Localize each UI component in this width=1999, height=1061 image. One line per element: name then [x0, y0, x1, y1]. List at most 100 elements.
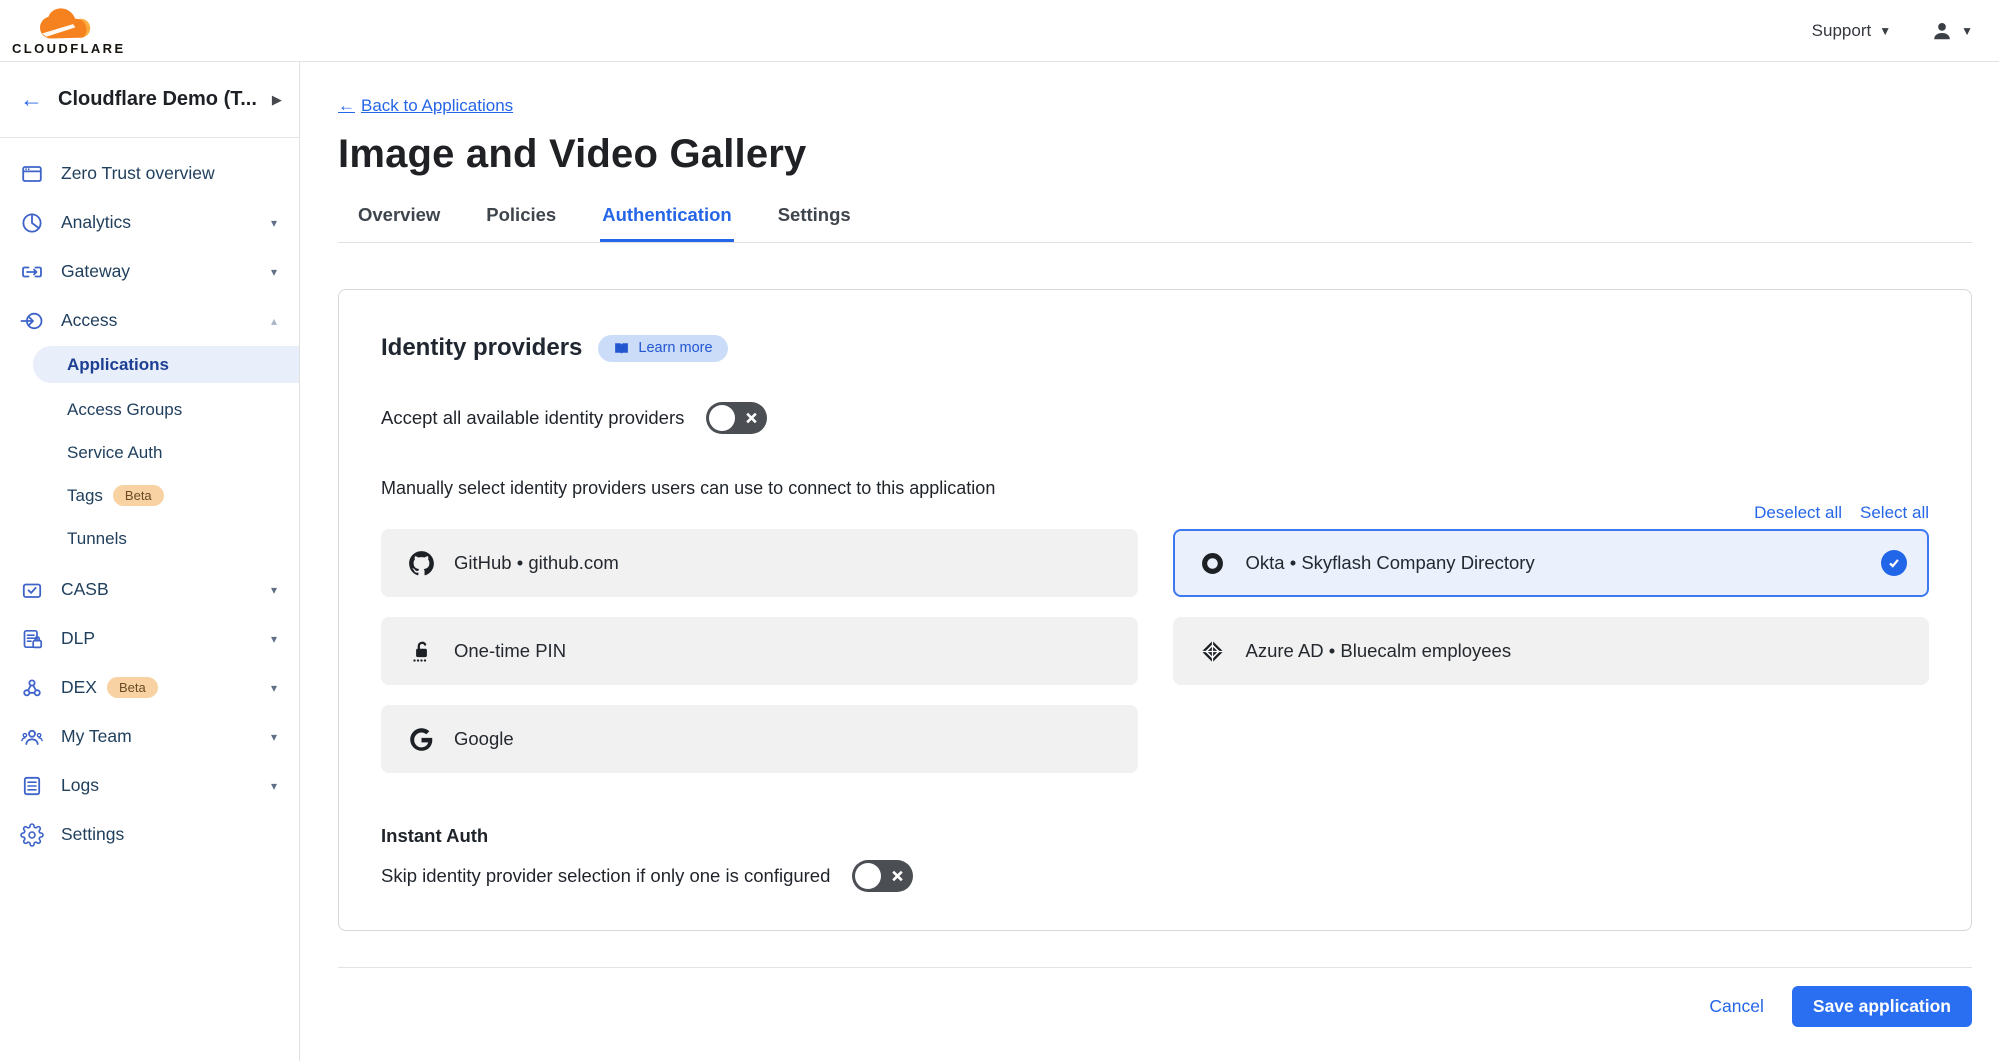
sidebar-item-label: My Team	[61, 726, 132, 747]
sidebar-subitem-label: Applications	[67, 355, 169, 375]
provider-grid: GitHub • github.com Okta • Skyflash Compa…	[381, 529, 1929, 773]
back-arrow-icon[interactable]: ←	[20, 88, 43, 111]
sidebar-item-label: CASB	[61, 579, 109, 600]
sidebar-item-dex[interactable]: DEXBeta▾	[0, 663, 299, 712]
accept-all-label: Accept all available identity providers	[381, 407, 684, 429]
chevron-down-icon: ▾	[271, 632, 277, 646]
cancel-button[interactable]: Cancel	[1709, 996, 1763, 1017]
sidebar-item-settings[interactable]: Settings	[0, 810, 299, 859]
chevron-down-icon: ▾	[271, 730, 277, 744]
sidebar-item-casb[interactable]: CASB ▾	[0, 565, 299, 614]
azure-ad-icon	[1199, 637, 1227, 665]
sidebar-subitem-label: Tunnels	[67, 529, 127, 549]
tab-settings[interactable]: Settings	[776, 204, 853, 242]
instant-auth-toggle[interactable]	[852, 860, 913, 892]
chevron-down-icon: ▾	[271, 265, 277, 279]
select-all-link[interactable]: Select all	[1860, 503, 1929, 523]
support-menu[interactable]: Support ▼	[1812, 21, 1891, 41]
sidebar-item-label: Logs	[61, 775, 99, 796]
sidebar-subitem-label: Tags	[67, 486, 103, 506]
save-application-button[interactable]: Save application	[1792, 986, 1972, 1027]
back-arrow-icon: ←	[338, 96, 355, 116]
tab-bar: Overview Policies Authentication Settings	[338, 204, 1972, 243]
sidebar-item-analytics[interactable]: Analytics▾	[0, 198, 299, 247]
sidebar-item-zero-trust-overview[interactable]: Zero Trust overview	[0, 149, 299, 198]
provider-tile-google[interactable]: Google	[381, 705, 1138, 773]
google-icon	[407, 725, 435, 753]
identity-providers-card: Identity providers Learn more Accept all…	[338, 289, 1972, 931]
sidebar-subitem-access-groups[interactable]: Access Groups	[0, 393, 299, 426]
sidebar-item-label: Access	[61, 310, 117, 331]
sidebar-nav: Zero Trust overviewAnalytics▾ Gateway ▾ Acc…	[0, 138, 299, 859]
sidebar-subitem-tags[interactable]: TagsBeta	[0, 479, 299, 512]
chevron-down-icon: ▾	[271, 779, 277, 793]
chevron-up-icon: ▴	[271, 314, 277, 328]
access-icon	[20, 309, 44, 333]
logs-icon	[20, 774, 44, 798]
tab-policies[interactable]: Policies	[484, 204, 558, 242]
casb-icon	[20, 578, 44, 602]
tab-overview[interactable]: Overview	[356, 204, 442, 242]
dlp-icon	[20, 627, 44, 651]
top-bar: CLOUDFLARE Support ▼ ▼	[0, 0, 1999, 62]
x-icon	[745, 412, 758, 425]
okta-icon	[1199, 549, 1227, 577]
sidebar-subitem-label: Service Auth	[67, 443, 162, 463]
accept-all-toggle[interactable]	[706, 402, 767, 434]
main-content: ← Back to Applications Image and Video G…	[300, 62, 1999, 1061]
sidebar-item-label: Settings	[61, 824, 124, 845]
chevron-down-icon: ▾	[271, 583, 277, 597]
footer-divider	[338, 967, 1972, 968]
provider-tile-azure-ad[interactable]: Azure AD • Bluecalm employees	[1173, 617, 1930, 685]
tab-authentication[interactable]: Authentication	[600, 204, 734, 242]
chevron-down-icon: ▼	[1879, 25, 1891, 37]
sidebar-item-label: Gateway	[61, 261, 130, 282]
sidebar-subitem-service-auth[interactable]: Service Auth	[0, 436, 299, 469]
window-icon	[20, 162, 44, 186]
provider-label: One-time PIN	[454, 640, 566, 662]
sidebar-item-logs[interactable]: Logs ▾	[0, 761, 299, 810]
back-link-label: Back to Applications	[361, 96, 513, 116]
sidebar-item-gateway[interactable]: Gateway ▾	[0, 247, 299, 296]
account-menu[interactable]: ▼	[1931, 20, 1973, 42]
selected-check-icon	[1881, 550, 1907, 576]
sidebar-item-dlp[interactable]: DLP ▾	[0, 614, 299, 663]
dex-icon	[20, 676, 44, 700]
provider-label: Okta • Skyflash Company Directory	[1246, 552, 1535, 574]
support-label: Support	[1812, 21, 1872, 41]
learn-more-label: Learn more	[638, 340, 712, 356]
account-expand-icon[interactable]: ▶	[272, 92, 282, 108]
team-icon	[20, 725, 44, 749]
provider-tile-one-time-pin[interactable]: One-time PIN	[381, 617, 1138, 685]
one-time-pin-icon	[407, 637, 435, 665]
sidebar-item-my-team[interactable]: My Team ▾	[0, 712, 299, 761]
provider-label: Google	[454, 728, 514, 750]
instant-auth-heading: Instant Auth	[381, 825, 1929, 847]
sidebar-subitem-applications[interactable]: Applications	[33, 346, 299, 383]
book-icon	[613, 340, 630, 357]
page-title: Image and Video Gallery	[338, 132, 1972, 177]
sidebar-subitem-tunnels[interactable]: Tunnels	[0, 522, 299, 555]
cloudflare-logo[interactable]: CLOUDFLARE	[12, 7, 126, 55]
provider-label: GitHub • github.com	[454, 552, 619, 574]
chevron-down-icon: ▾	[271, 681, 277, 695]
manual-select-text: Manually select identity providers users…	[381, 478, 1929, 499]
toggle-knob	[855, 863, 881, 889]
sidebar-item-label: DEX	[61, 677, 97, 698]
deselect-all-link[interactable]: Deselect all	[1754, 503, 1842, 523]
provider-tile-okta[interactable]: Okta • Skyflash Company Directory	[1173, 529, 1930, 597]
sidebar: ← Cloudflare Demo (T... ▶ Zero Trust ove…	[0, 62, 300, 1061]
card-title: Identity providers	[381, 334, 582, 362]
x-icon	[891, 870, 904, 883]
provider-tile-github[interactable]: GitHub • github.com	[381, 529, 1138, 597]
sidebar-account-header: ← Cloudflare Demo (T... ▶	[0, 62, 299, 138]
github-icon	[407, 549, 435, 577]
learn-more-badge[interactable]: Learn more	[598, 335, 727, 362]
sidebar-subitem-label: Access Groups	[67, 400, 182, 420]
sidebar-item-access[interactable]: Access ▴	[0, 296, 299, 345]
provider-label: Azure AD • Bluecalm employees	[1246, 640, 1512, 662]
instant-auth-label: Skip identity provider selection if only…	[381, 865, 830, 887]
back-to-applications-link[interactable]: ← Back to Applications	[338, 96, 513, 116]
gear-icon	[20, 823, 44, 847]
sidebar-item-label: DLP	[61, 628, 95, 649]
